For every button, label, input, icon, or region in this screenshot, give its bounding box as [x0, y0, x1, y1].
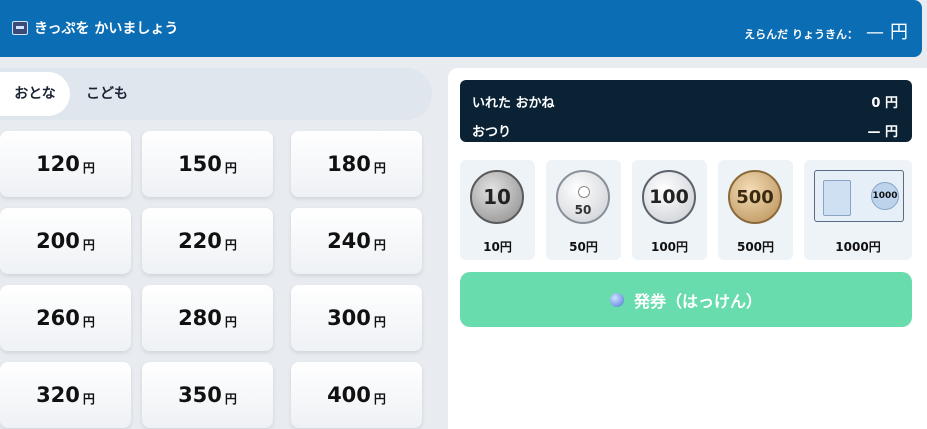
fare-button-240[interactable]: 240 円: [291, 208, 422, 274]
selected-fare: えらんだ りょうきん： — 円: [744, 18, 908, 44]
fare-button-220[interactable]: 220 円: [142, 208, 273, 274]
coin-face: 500: [736, 186, 774, 208]
insert-10-yen-button[interactable]: 10 10円: [460, 160, 535, 260]
fare-unit: 円: [82, 237, 95, 252]
insert-1000-yen-button[interactable]: 1000 1000円: [804, 160, 912, 260]
coin-face: 100: [649, 186, 689, 208]
fare-unit: 円: [82, 391, 95, 406]
fare-amount: 280: [178, 306, 222, 330]
passenger-tabs: おとな こども: [0, 68, 432, 120]
coin-50-icon: 50: [556, 170, 610, 224]
bill-1000-icon: 1000: [814, 170, 904, 222]
fare-unit: 円: [373, 391, 386, 406]
coin-face: 50: [574, 203, 592, 217]
insert-50-yen-button[interactable]: 50 50円: [546, 160, 621, 260]
fare-button-260[interactable]: 260 円: [0, 285, 131, 351]
coin-10-icon: 10: [470, 170, 524, 224]
app-title: きっぷを かいましょう: [12, 18, 178, 38]
fare-unit: 円: [224, 237, 237, 252]
fare-amount: 300: [327, 306, 371, 330]
money-label: 1000円: [835, 240, 881, 254]
fare-grid: 120 円 150 円 180 円 200 円 220 円 240 円 260 円 280 円 …: [0, 131, 432, 429]
app-header: きっぷを かいましょう えらんだ りょうきん： — 円: [0, 0, 922, 57]
fare-amount: 150: [178, 152, 222, 176]
money-label: 100円: [650, 240, 689, 254]
money-label: 10円: [483, 240, 512, 254]
fare-amount: 120: [36, 152, 80, 176]
change-label: おつり: [472, 125, 512, 140]
inserted-label: いれた おかね: [472, 96, 555, 111]
money-label: 500円: [736, 240, 775, 254]
fare-amount: 350: [178, 383, 222, 407]
bill-face: 1000: [871, 182, 899, 210]
issue-ticket-button[interactable]: 発券（はっけん）: [460, 272, 912, 327]
inserted-value: 0 円: [871, 96, 898, 111]
tab-child[interactable]: こども: [86, 72, 128, 116]
fare-button-320[interactable]: 320 円: [0, 362, 131, 428]
bill-portrait: [823, 180, 851, 216]
ball-icon: [609, 292, 624, 307]
fare-amount: 200: [36, 229, 80, 253]
fare-unit: 円: [224, 314, 237, 329]
fare-button-300[interactable]: 300 円: [291, 285, 422, 351]
coin-face: 10: [483, 185, 511, 209]
fare-unit: 円: [224, 391, 237, 406]
money-label: 50円: [569, 240, 598, 254]
fare-amount: 320: [36, 383, 80, 407]
selected-fare-label: えらんだ りょうきん：: [744, 28, 858, 41]
coin-hole: [578, 186, 590, 198]
insert-100-yen-button[interactable]: 100 100円: [632, 160, 707, 260]
fare-unit: 円: [373, 160, 386, 175]
coin-500-icon: 500: [728, 170, 782, 224]
tab-adult[interactable]: おとな: [0, 72, 70, 116]
money-display: いれた おかね 0 円 おつり — 円: [460, 80, 912, 142]
fare-amount: 240: [327, 229, 371, 253]
fare-unit: 円: [373, 314, 386, 329]
fare-amount: 220: [178, 229, 222, 253]
fare-amount: 400: [327, 383, 371, 407]
fare-button-400[interactable]: 400 円: [291, 362, 422, 428]
payment-panel: いれた おかね 0 円 おつり — 円 10 10円 50 50円 100 10…: [448, 68, 927, 429]
selected-fare-unit: 円: [890, 22, 908, 43]
fare-button-280[interactable]: 280 円: [142, 285, 273, 351]
fare-amount: 180: [327, 152, 371, 176]
fare-button-350[interactable]: 350 円: [142, 362, 273, 428]
change-value: — 円: [867, 125, 898, 140]
app-title-text: きっぷを かいましょう: [34, 21, 179, 37]
ticket-icon: [12, 21, 28, 35]
fare-button-120[interactable]: 120 円: [0, 131, 131, 197]
issue-ticket-label: 発券（はっけん）: [633, 291, 762, 311]
fare-button-180[interactable]: 180 円: [291, 131, 422, 197]
fare-unit: 円: [224, 160, 237, 175]
fare-unit: 円: [82, 314, 95, 329]
fare-unit: 円: [373, 237, 386, 252]
fare-amount: 260: [36, 306, 80, 330]
fare-unit: 円: [82, 160, 95, 175]
fare-button-200[interactable]: 200 円: [0, 208, 131, 274]
insert-500-yen-button[interactable]: 500 500円: [718, 160, 793, 260]
selected-fare-value: —: [866, 22, 884, 43]
coin-100-icon: 100: [642, 170, 696, 224]
fare-button-150[interactable]: 150 円: [142, 131, 273, 197]
